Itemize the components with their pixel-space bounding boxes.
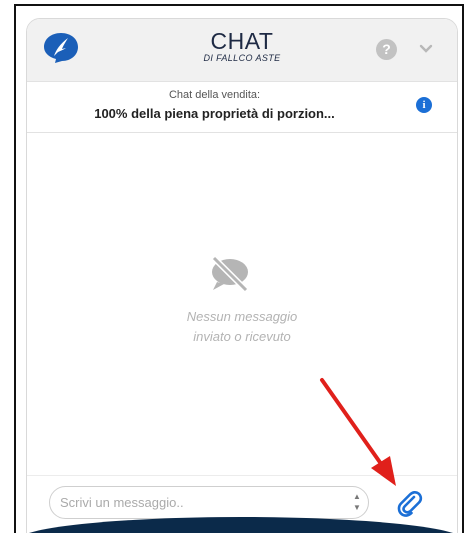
paperclip-icon[interactable] xyxy=(395,489,425,519)
app-frame: CHAT DI FALLCO ASTE ? Chat della vendita… xyxy=(14,4,464,533)
chat-window: CHAT DI FALLCO ASTE ? Chat della vendita… xyxy=(26,18,458,533)
input-spinner[interactable]: ▲ ▼ xyxy=(352,491,362,513)
message-input[interactable] xyxy=(49,486,369,519)
question-icon[interactable]: ? xyxy=(376,39,397,60)
empty-state-text: Nessun messaggio inviato o ricevuto xyxy=(27,307,457,347)
empty-state-line-1: Nessun messaggio xyxy=(186,309,298,324)
sale-info-bar: Chat della vendita: 100% della piena pro… xyxy=(27,82,457,133)
empty-state-line-2: inviato o ricevuto xyxy=(193,329,291,344)
chevron-down-icon[interactable] xyxy=(419,43,433,55)
sale-title: 100% della piena proprietà di porzion... xyxy=(94,106,335,121)
messages-area: Nessun messaggio inviato o ricevuto xyxy=(27,133,457,475)
sale-label: Chat della vendita: xyxy=(168,89,261,101)
chat-header: CHAT DI FALLCO ASTE ? xyxy=(27,19,457,82)
no-comment-icon xyxy=(211,255,249,293)
info-icon[interactable]: i xyxy=(416,97,432,113)
